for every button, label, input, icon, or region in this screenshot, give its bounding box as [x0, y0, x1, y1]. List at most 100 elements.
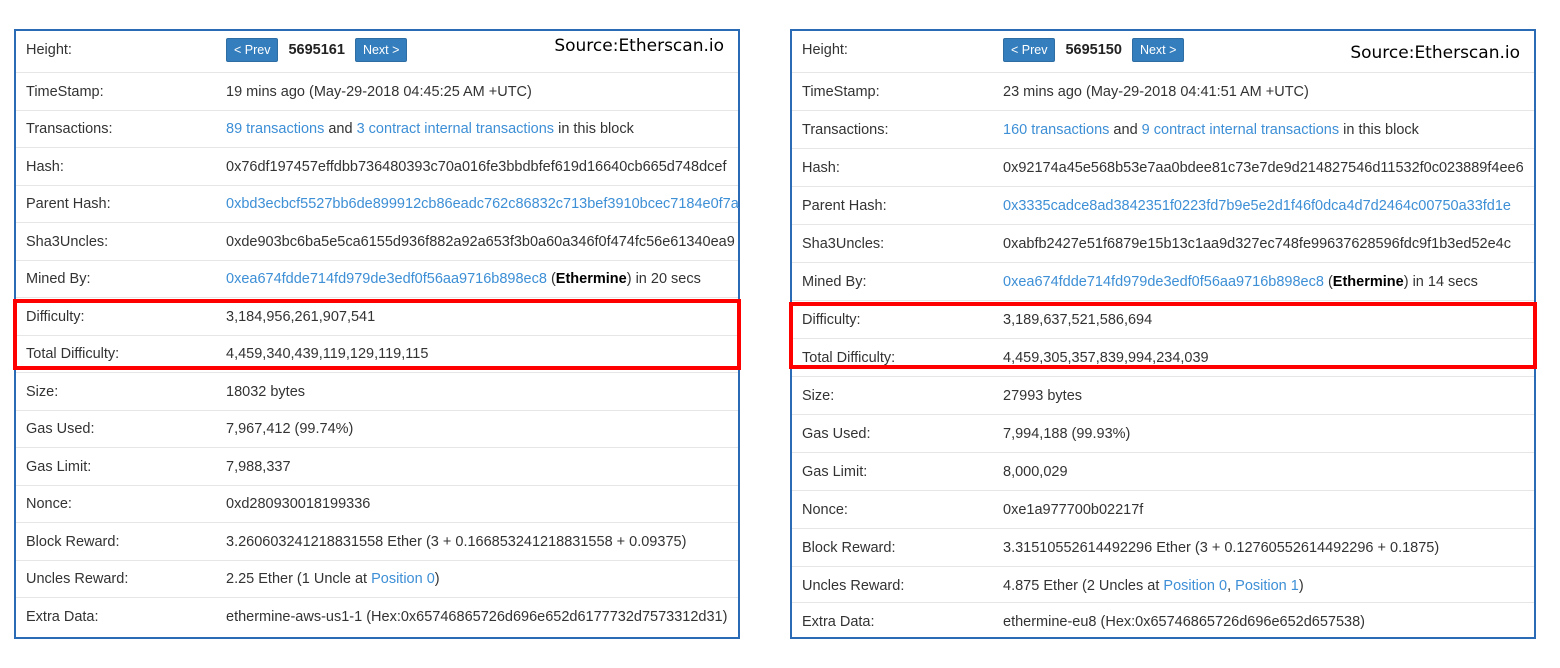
row-mined-by: Mined By: 0xea674fdde714fd979de3edf0f56a…	[16, 259, 738, 299]
uncles-separator: ,	[1227, 577, 1236, 594]
row-nonce: Nonce: 0xe1a977700b02217f	[792, 490, 1534, 529]
value-mined-by: 0xea674fdde714fd979de3edf0f56aa9716b898e…	[226, 271, 701, 287]
uncles-reward-text: 2.25 Ether (1 Uncle at	[226, 571, 372, 588]
row-size: Size: 27993 bytes	[792, 376, 1534, 415]
uncles-reward-text: 4.875 Ether (2 Uncles at	[1003, 577, 1164, 594]
miner-name: Ethermine	[1332, 273, 1404, 290]
miner-name: Ethermine	[555, 271, 627, 288]
uncle-position-1-link[interactable]: Position 1	[1235, 578, 1299, 594]
label-hash: Hash:	[802, 159, 840, 176]
label-block-reward: Block Reward:	[26, 533, 120, 550]
label-sha3uncles: Sha3Uncles:	[26, 233, 109, 250]
uncle-position-0-link[interactable]: Position 0	[1163, 578, 1227, 594]
value-timestamp: 23 mins ago (May-29-2018 04:41:51 AM +UT…	[1003, 83, 1309, 100]
block-nav: < Prev 5695150 Next >	[1003, 37, 1185, 62]
label-hash: Hash:	[26, 158, 64, 175]
label-sha3uncles: Sha3Uncles:	[802, 235, 885, 252]
label-timestamp: TimeStamp:	[26, 83, 104, 100]
label-gas-limit: Gas Limit:	[802, 463, 868, 480]
value-nonce: 0xd280930018199336	[226, 496, 371, 513]
row-gas-limit: Gas Limit: 7,988,337	[16, 447, 738, 486]
value-size: 18032 bytes	[226, 383, 306, 400]
row-uncles-reward: Uncles Reward: 2.25 Ether (1 Uncle at Po…	[16, 559, 738, 599]
row-extra-data: Extra Data: ethermine-aws-us1-1 (Hex:0x6…	[16, 597, 738, 636]
row-uncles-reward: Uncles Reward: 4.875 Ether (2 Uncles at …	[792, 566, 1534, 605]
label-transactions: Transactions:	[26, 121, 113, 138]
tx-and-text: and	[324, 121, 357, 138]
row-hash: Hash: 0x92174a45e568b53e7aa0bdee81c73e7d…	[792, 148, 1534, 187]
row-height: Height: < Prev 5695150 Next > Source:Eth…	[792, 31, 1534, 69]
label-parent-hash: Parent Hash:	[26, 196, 111, 213]
uncles-close: )	[1298, 577, 1304, 594]
tx-and-text: and	[1109, 121, 1142, 138]
value-extra-data: ethermine-aws-us1-1 (Hex:0x65746865726d6…	[226, 608, 728, 625]
label-extra-data: Extra Data:	[802, 613, 875, 630]
row-height: Height: < Prev 5695161 Next > Source:Eth…	[16, 31, 738, 69]
row-transactions: Transactions: 89 transactions and 3 cont…	[16, 109, 738, 149]
row-extra-data: Extra Data: ethermine-eu8 (Hex:0x6574686…	[792, 602, 1534, 641]
uncle-position-0-link[interactable]: Position 0	[371, 571, 435, 587]
value-mined-by: 0xea674fdde714fd979de3edf0f56aa9716b898e…	[1003, 274, 1478, 290]
label-gas-used: Gas Used:	[802, 425, 871, 442]
next-block-button[interactable]: Next >	[1131, 37, 1185, 62]
row-timestamp: TimeStamp: 19 mins ago (May-29-2018 04:4…	[16, 72, 738, 111]
miner-close: ) in 20 secs	[626, 271, 701, 288]
value-transactions: 160 transactions and 9 contract internal…	[1003, 122, 1419, 138]
transactions-link[interactable]: 89 transactions	[226, 121, 324, 137]
miner-close: ) in 14 secs	[1403, 273, 1478, 290]
next-block-button[interactable]: Next >	[354, 37, 408, 62]
label-nonce: Nonce:	[26, 496, 72, 513]
row-block-reward: Block Reward: 3.31510552614492296 Ether …	[792, 528, 1534, 567]
value-sha3uncles: 0xabfb2427e51f6879e15b13c1aa9d327ec748fe…	[1003, 235, 1511, 252]
label-mined-by: Mined By:	[802, 273, 867, 290]
value-size: 27993 bytes	[1003, 387, 1083, 404]
difficulty-highlight-left	[13, 299, 741, 370]
internal-transactions-link[interactable]: 9 contract internal transactions	[1142, 122, 1339, 138]
label-transactions: Transactions:	[802, 121, 889, 138]
value-sha3uncles: 0xde903bc6ba5e5ca6155d936f882a92a653f3b0…	[226, 233, 735, 250]
value-nonce: 0xe1a977700b02217f	[1003, 501, 1144, 518]
label-parent-hash: Parent Hash:	[802, 197, 887, 214]
transactions-link[interactable]: 160 transactions	[1003, 122, 1109, 138]
value-timestamp: 19 mins ago (May-29-2018 04:45:25 AM +UT…	[226, 83, 532, 100]
label-size: Size:	[802, 387, 835, 404]
miner-address-link[interactable]: 0xea674fdde714fd979de3edf0f56aa9716b898e…	[226, 271, 547, 287]
value-gas-limit: 8,000,029	[1003, 463, 1068, 480]
internal-transactions-link[interactable]: 3 contract internal transactions	[357, 121, 554, 137]
tx-suffix-text: in this block	[554, 121, 634, 138]
row-parent-hash: Parent Hash: 0x3335cadce8ad3842351f0223f…	[792, 186, 1534, 225]
row-mined-by: Mined By: 0xea674fdde714fd979de3edf0f56a…	[792, 262, 1534, 301]
block-nav: < Prev 5695161 Next >	[226, 37, 408, 62]
label-extra-data: Extra Data:	[26, 608, 99, 625]
label-nonce: Nonce:	[802, 501, 848, 518]
source-label: Source:Etherscan.io	[554, 36, 724, 56]
miner-address-link[interactable]: 0xea674fdde714fd979de3edf0f56aa9716b898e…	[1003, 274, 1324, 290]
label-mined-by: Mined By:	[26, 271, 91, 288]
label-height: Height:	[26, 41, 72, 58]
label-uncles-reward: Uncles Reward:	[802, 577, 905, 594]
label-block-reward: Block Reward:	[802, 539, 896, 556]
parent-hash-link[interactable]: 0xbd3ecbcf5527bb6de899912cb86eadc762c868…	[226, 196, 739, 212]
row-parent-hash: Parent Hash: 0xbd3ecbcf5527bb6de899912cb…	[16, 184, 739, 224]
miner-open: (	[546, 271, 556, 288]
label-height: Height:	[802, 41, 848, 58]
value-hash: 0x76df197457effdbb736480393c70a016fe3bbd…	[226, 158, 727, 175]
block-number: 5695150	[1065, 41, 1122, 58]
row-hash: Hash: 0x76df197457effdbb736480393c70a016…	[16, 147, 738, 186]
value-block-reward: 3.31510552614492296 Ether (3 + 0.1276055…	[1003, 539, 1440, 556]
value-gas-used: 7,967,412 (99.74%)	[226, 421, 354, 438]
tx-suffix-text: in this block	[1339, 121, 1419, 138]
row-block-reward: Block Reward: 3.260603241218831558 Ether…	[16, 522, 738, 561]
parent-hash-link[interactable]: 0x3335cadce8ad3842351f0223fd7b9e5e2d1f46…	[1003, 198, 1511, 214]
row-size: Size: 18032 bytes	[16, 372, 738, 411]
prev-block-button[interactable]: < Prev	[1003, 37, 1056, 62]
miner-open: (	[1323, 273, 1333, 290]
value-transactions: 89 transactions and 3 contract internal …	[226, 121, 634, 137]
row-sha3uncles: Sha3Uncles: 0xabfb2427e51f6879e15b13c1aa…	[792, 224, 1534, 263]
value-extra-data: ethermine-eu8 (Hex:0x65746865726d696e652…	[1003, 613, 1365, 630]
prev-block-button[interactable]: < Prev	[226, 37, 279, 62]
source-label: Source:Etherscan.io	[1350, 43, 1520, 63]
row-gas-used: Gas Used: 7,994,188 (99.93%)	[792, 414, 1534, 453]
value-block-reward: 3.260603241218831558 Ether (3 + 0.166853…	[226, 533, 687, 550]
value-uncles-reward: 2.25 Ether (1 Uncle at Position 0)	[226, 571, 440, 587]
